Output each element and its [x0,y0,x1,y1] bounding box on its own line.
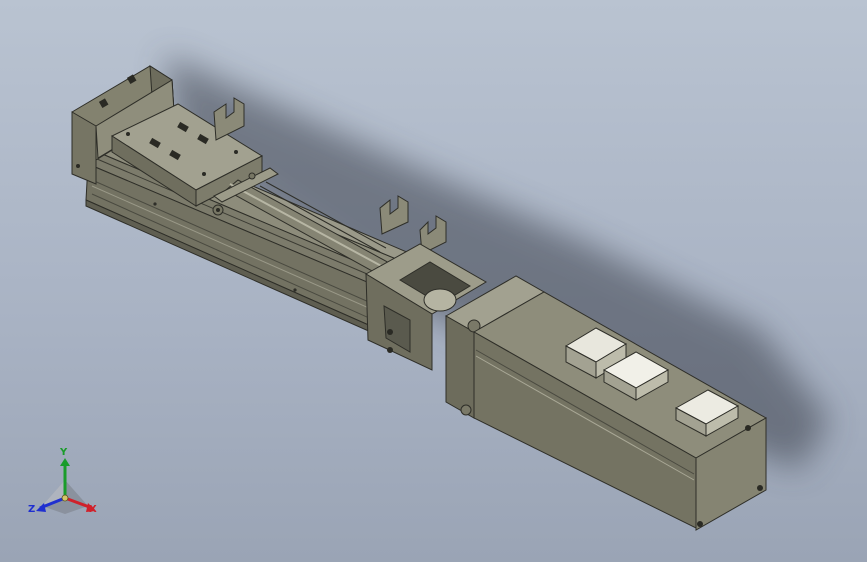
z-axis-label: Z [28,504,36,515]
y-axis-label: Y [60,447,68,458]
x-axis-label: X [89,504,97,515]
view-orientation-triad[interactable]: Y X Z [26,448,104,522]
linear-actuator-model[interactable] [0,0,867,562]
graphics-viewport[interactable]: Y X Z [0,0,867,562]
